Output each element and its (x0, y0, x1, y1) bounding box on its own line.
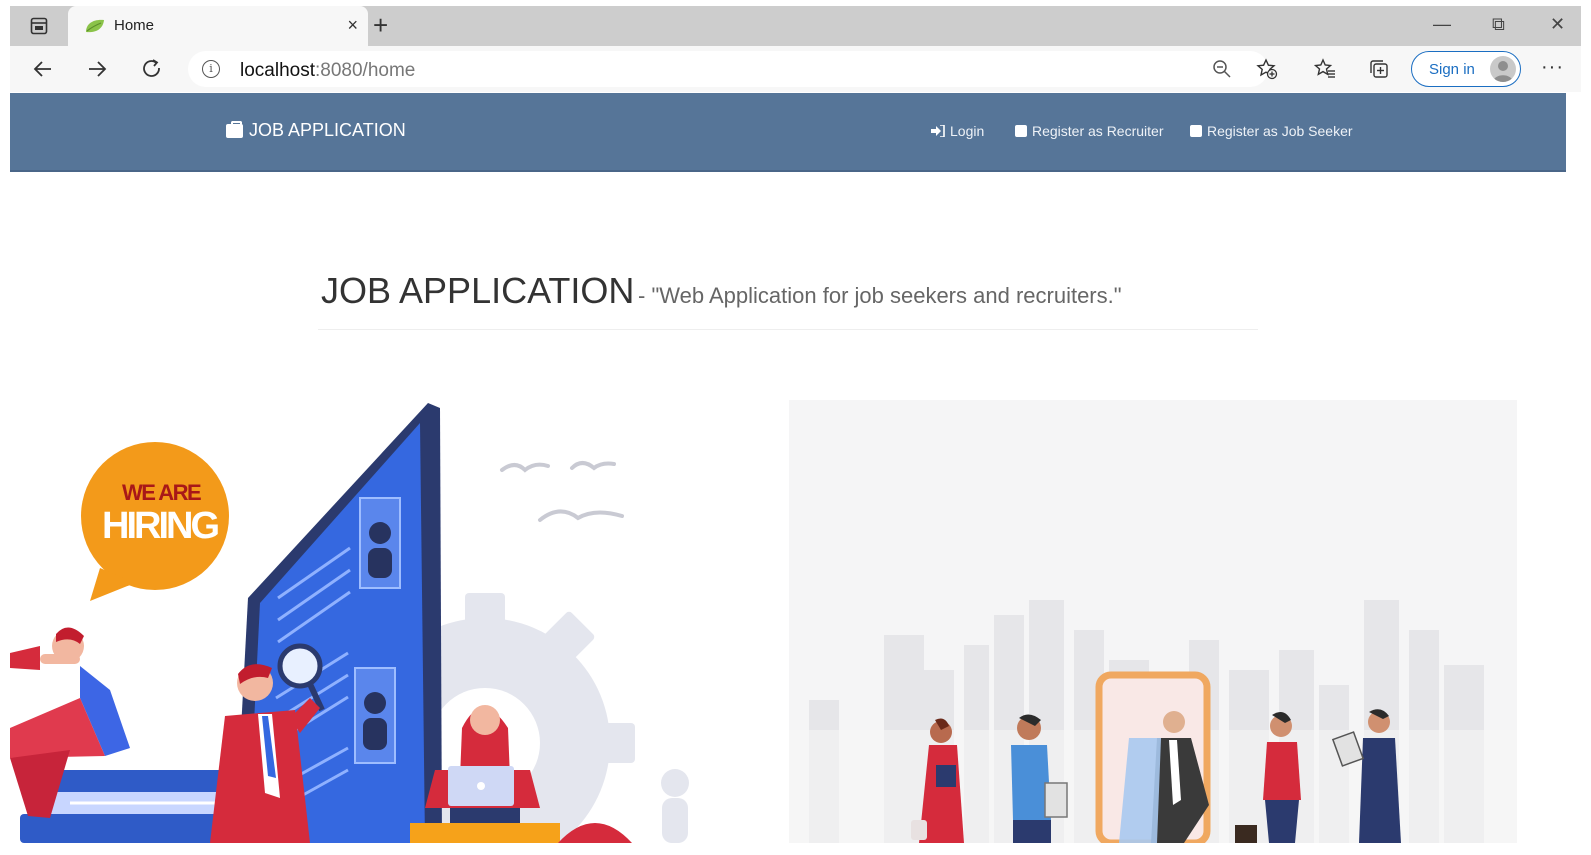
avatar-icon (1490, 56, 1516, 82)
sign-in-label: Sign in (1429, 61, 1475, 78)
nav-register-recruiter-label: Register as Recruiter (1032, 123, 1164, 139)
site-navbar: JOB APPLICATION Login Register as Recrui… (10, 93, 1566, 172)
id-card-icon (1015, 125, 1027, 137)
nav-register-recruiter-link[interactable]: Register as Recruiter (1015, 123, 1164, 139)
nav-login-link[interactable]: Login (931, 123, 984, 139)
badge-line-2: HIRING (102, 505, 218, 547)
favorites-icon[interactable] (1313, 57, 1337, 81)
collections-icon[interactable] (1367, 57, 1391, 81)
hiring-badge: WE ARE HIRING (81, 442, 229, 601)
tab-title: Home (114, 17, 155, 34)
new-tab-button[interactable]: + (373, 10, 388, 40)
nav-register-jobseeker-link[interactable]: Register as Job Seeker (1190, 123, 1353, 139)
back-icon[interactable] (30, 56, 56, 82)
url-text[interactable]: localhost:8080/home (240, 60, 415, 82)
sign-in-button[interactable]: Sign in (1411, 51, 1521, 87)
hiring-illustration: WE ARE HIRING (10, 403, 689, 843)
close-window-icon[interactable]: ✕ (1550, 14, 1565, 34)
navbar-brand[interactable]: JOB APPLICATION (226, 120, 406, 141)
nav-login-label: Login (950, 123, 985, 139)
recruiting-team-illustration (789, 400, 1517, 843)
tab-actions-icon[interactable] (24, 13, 54, 39)
sign-in-icon (931, 125, 945, 137)
browser-tab-strip: Home × + — ⧉ ✕ (10, 6, 1581, 46)
brand-label: JOB APPLICATION (249, 120, 406, 140)
nav-register-jobseeker-label: Register as Job Seeker (1207, 123, 1353, 139)
minimize-icon[interactable]: — (1433, 14, 1451, 34)
zoom-out-icon[interactable] (1210, 57, 1234, 81)
spring-leaf-icon (86, 19, 104, 33)
browser-tab-home[interactable]: Home × (68, 6, 368, 46)
restore-icon[interactable]: ⧉ (1492, 14, 1505, 34)
page-title: JOB APPLICATION (321, 270, 635, 311)
more-options-icon[interactable]: ··· (1541, 56, 1564, 79)
badge-line-1: WE ARE (122, 480, 201, 505)
forward-icon[interactable] (84, 56, 110, 82)
browser-toolbar: i localhost:8080/home Sign in ··· (10, 46, 1581, 92)
id-card-icon (1190, 125, 1202, 137)
briefcase-icon (226, 120, 243, 138)
close-tab-icon[interactable]: × (347, 15, 358, 35)
add-favorite-icon[interactable] (1255, 57, 1279, 81)
page-header: JOB APPLICATION - "Web Application for j… (318, 268, 1258, 330)
address-bar[interactable]: i localhost:8080/home (188, 51, 1268, 87)
site-info-icon[interactable]: i (202, 60, 220, 78)
page-subtitle: - "Web Application for job seekers and r… (638, 283, 1122, 308)
refresh-icon[interactable] (139, 56, 165, 82)
